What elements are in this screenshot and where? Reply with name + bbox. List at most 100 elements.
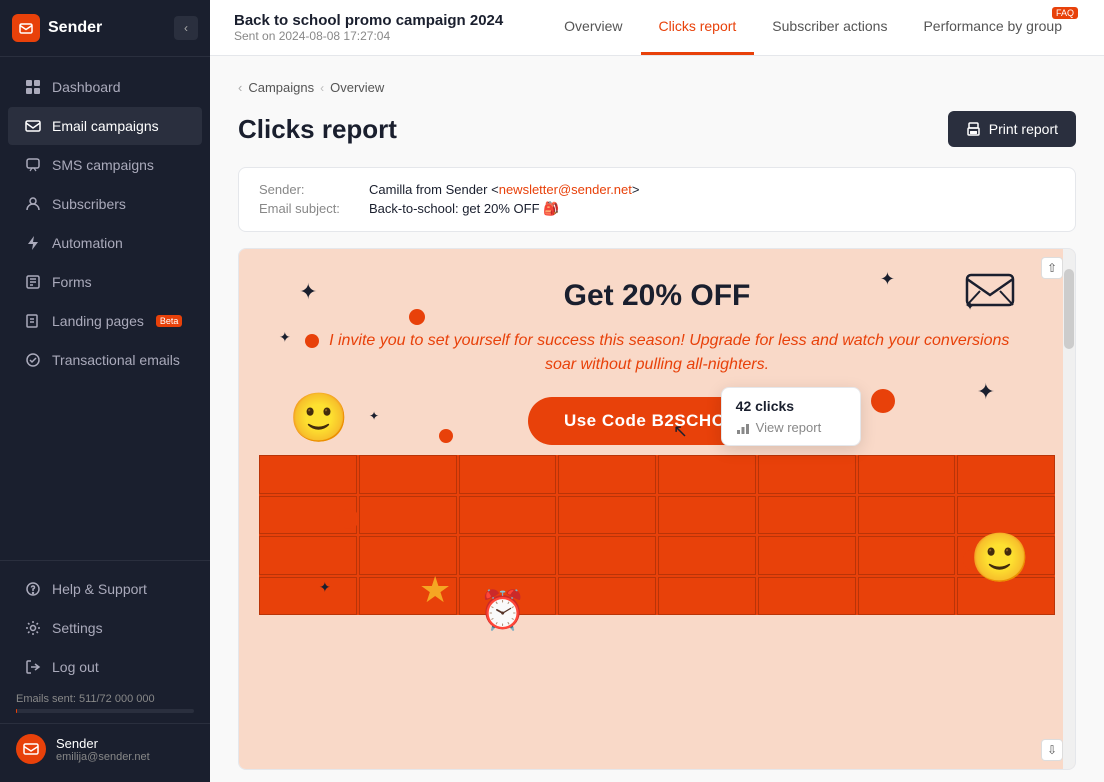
- emails-sent-label: Emails sent: 511/72 000 000: [16, 693, 155, 705]
- tab-clicks-report[interactable]: Clicks report: [641, 0, 755, 55]
- email-preview-inner[interactable]: ⇧ ✦ ✦ ✦ ✦ ✦ ✦ ✦ ✦: [239, 249, 1075, 769]
- campaign-info: Back to school promo campaign 2024 Sent …: [234, 12, 546, 43]
- sidebar-item-sms-campaigns[interactable]: SMS campaigns: [8, 146, 202, 184]
- sender-name: Camilla from Sender: [369, 182, 488, 197]
- emails-sent-progress-bg: [16, 709, 194, 713]
- grid-cell: [558, 496, 656, 535]
- bar-chart-icon: [736, 421, 750, 435]
- sidebar-item-label: Settings: [52, 620, 103, 636]
- bolt-icon: [24, 234, 42, 252]
- page-title: Clicks report: [238, 114, 397, 145]
- subject-row: Email subject: Back-to-school: get 20% O…: [259, 201, 1055, 217]
- scrollbar-track[interactable]: [1063, 249, 1075, 769]
- sidebar-collapse-button[interactable]: ‹: [174, 16, 198, 40]
- app-logo[interactable]: Sender: [12, 14, 102, 42]
- printer-icon: [966, 122, 981, 137]
- faq-badge: FAQ: [1052, 7, 1078, 19]
- scroll-up-button[interactable]: ⇧: [1041, 257, 1063, 279]
- tab-overview[interactable]: Overview: [546, 0, 640, 55]
- sidebar-item-settings[interactable]: Settings: [8, 609, 202, 647]
- tooltip-clicks-label: 42 clicks: [736, 398, 846, 414]
- sidebar-item-label: Transactional emails: [52, 352, 180, 368]
- grid-cell: [658, 577, 756, 616]
- grid-cell: [259, 536, 357, 575]
- deco-circle-3: [339, 509, 359, 529]
- sender-row: Sender: Camilla from Sender <newsletter@…: [259, 182, 1055, 197]
- pages-icon: [24, 312, 42, 330]
- user-email: emilija@sender.net: [56, 751, 150, 763]
- campaign-date: Sent on 2024-08-08 17:27:04: [234, 29, 546, 43]
- sidebar-user[interactable]: Sender emilija@sender.net: [0, 723, 210, 774]
- sidebar-item-label: Subscribers: [52, 196, 126, 212]
- tooltip-view-report[interactable]: View report: [736, 420, 846, 435]
- sender-email[interactable]: newsletter@sender.net: [499, 182, 632, 197]
- sparkle-icon-4: ✦: [880, 269, 895, 290]
- logout-icon: [24, 658, 42, 676]
- email-info-card: Sender: Camilla from Sender <newsletter@…: [238, 167, 1076, 232]
- sms-icon: [24, 156, 42, 174]
- breadcrumb-campaigns[interactable]: Campaigns: [248, 80, 314, 95]
- subject-value: Back-to-school: get 20% OFF 🎒: [369, 201, 559, 217]
- print-report-label: Print report: [989, 121, 1058, 137]
- transactional-icon: [24, 351, 42, 369]
- tab-subscriber-actions[interactable]: Subscriber actions: [754, 0, 905, 55]
- grid-cell: [259, 455, 357, 494]
- email-preview-container: ⇧ ✦ ✦ ✦ ✦ ✦ ✦ ✦ ✦: [238, 248, 1076, 770]
- breadcrumb-overview[interactable]: Overview: [330, 80, 384, 95]
- breadcrumb-arrow-left: ‹: [238, 80, 242, 95]
- sidebar-item-dashboard[interactable]: Dashboard: [8, 68, 202, 106]
- emails-sent-bar: Emails sent: 511/72 000 000: [0, 687, 210, 723]
- email-headline-area: Get 20% OFF: [259, 269, 1055, 319]
- sidebar-item-logout[interactable]: Log out: [8, 648, 202, 686]
- sidebar-item-label: Help & Support: [52, 581, 147, 597]
- topbar-tabs: Overview Clicks report Subscriber action…: [546, 0, 1080, 55]
- grid-cell: [359, 455, 457, 494]
- star-icon: ★: [419, 569, 451, 611]
- sidebar-item-email-campaigns[interactable]: Email campaigns: [8, 107, 202, 145]
- tab-performance-label: Performance by group: [923, 18, 1062, 34]
- tab-clicks-report-label: Clicks report: [659, 18, 737, 34]
- sidebar-item-subscribers[interactable]: Subscribers: [8, 185, 202, 223]
- envelope-deco: [965, 269, 1015, 316]
- grid-cell: [957, 455, 1055, 494]
- grid-cell: [858, 577, 956, 616]
- grid-cell: [259, 577, 357, 616]
- person-icon: [24, 195, 42, 213]
- user-name: Sender: [56, 736, 150, 751]
- cta-area: Use Code B2SCHOOL ↖ 42 clicks: [259, 397, 1055, 445]
- beta-badge: Beta: [156, 315, 183, 327]
- grid-cell: [758, 455, 856, 494]
- tab-performance-by-group[interactable]: Performance by group FAQ: [905, 0, 1080, 55]
- sidebar-item-automation[interactable]: Automation: [8, 224, 202, 262]
- app-name: Sender: [48, 19, 102, 37]
- scrollbar-thumb[interactable]: [1064, 269, 1074, 349]
- logo-icon: [12, 14, 40, 42]
- sidebar-item-transactional[interactable]: Transactional emails: [8, 341, 202, 379]
- forms-icon: [24, 273, 42, 291]
- orange-grid: // Render grid cells document.addEventLi…: [259, 455, 1055, 615]
- gear-icon: [24, 619, 42, 637]
- email-body: ✦ ✦ ✦ ✦ ✦ ✦ ✦ ✦: [239, 249, 1075, 769]
- sidebar-item-forms[interactable]: Forms: [8, 263, 202, 301]
- page-content: ‹ Campaigns ‹ Overview Clicks report Pri…: [210, 56, 1104, 782]
- email-headline: Get 20% OFF: [564, 279, 751, 313]
- email-body-text: I invite you to set yourself for success…: [299, 329, 1015, 377]
- print-report-button[interactable]: Print report: [948, 111, 1076, 147]
- help-icon: [24, 580, 42, 598]
- sidebar-item-label: Log out: [52, 659, 99, 675]
- grid-cell: [459, 496, 557, 535]
- sidebar-item-label: Landing pages: [52, 313, 144, 329]
- sidebar-item-landing-pages[interactable]: Landing pages Beta: [8, 302, 202, 340]
- grid-cell: [558, 455, 656, 494]
- scroll-down-button[interactable]: ⇩: [1041, 739, 1063, 761]
- grid-cell: [758, 536, 856, 575]
- email-body-copy: I invite you to set yourself for success…: [329, 332, 1009, 373]
- grid-cell: [858, 496, 956, 535]
- clock-icon: ⏰: [479, 589, 526, 633]
- grid-cell: [459, 455, 557, 494]
- click-tooltip: 42 clicks View report: [721, 387, 861, 446]
- grid-cell: [858, 536, 956, 575]
- subject-label: Email subject:: [259, 201, 359, 217]
- sidebar-item-help-support[interactable]: Help & Support: [8, 570, 202, 608]
- grid-cell: [459, 536, 557, 575]
